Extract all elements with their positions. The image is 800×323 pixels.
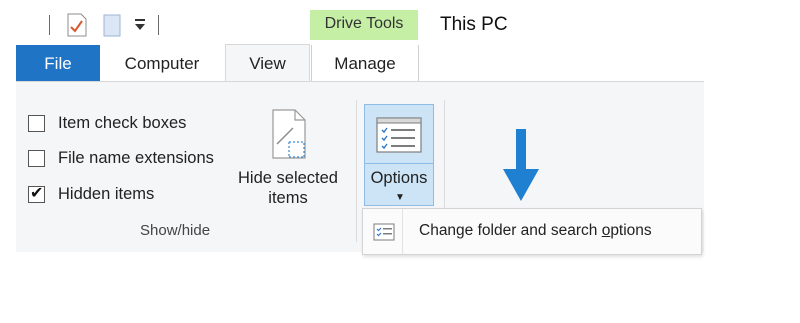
menu-item-text-end: ptions — [610, 222, 652, 239]
options-dropdown-menu: Change folder and search options — [362, 208, 702, 255]
file-name-extensions-checkbox[interactable] — [28, 149, 45, 167]
ribbon-group-divider — [356, 100, 357, 242]
hide-selected-line2: items — [268, 189, 308, 207]
change-folder-and-search-options-item[interactable]: Change folder and search options — [419, 222, 652, 240]
options-icon — [376, 117, 422, 158]
tab-file[interactable]: File — [16, 45, 100, 81]
options-button[interactable]: Options ▼ — [364, 104, 434, 206]
tab-computer[interactable]: Computer — [112, 45, 212, 81]
menu-item-text: Change folder and search — [419, 222, 602, 239]
hidden-items-option[interactable]: ✔ Hidden items — [28, 183, 154, 205]
window-title: This PC — [440, 14, 508, 35]
tab-view[interactable]: View — [225, 44, 310, 82]
hide-selected-items-button[interactable]: Hide selected items — [232, 168, 344, 208]
options-split-line — [365, 163, 433, 164]
toolbar-separator — [158, 15, 159, 35]
new-folder-icon[interactable] — [103, 13, 123, 42]
options-label: Options — [370, 169, 428, 187]
item-check-boxes-checkbox[interactable] — [28, 114, 45, 132]
drive-tools-label: Drive Tools — [324, 15, 404, 32]
customize-quick-access-icon[interactable] — [133, 17, 147, 38]
down-arrow-icon — [503, 129, 539, 206]
drive-tools-context-group: Drive Tools — [310, 10, 418, 40]
show-hide-group-label: Show/hide — [140, 222, 211, 239]
file-name-extensions-label: File name extensions — [58, 148, 214, 167]
toolbar-separator — [49, 15, 50, 35]
tab-manage[interactable]: Manage — [311, 45, 419, 81]
item-check-boxes-label: Item check boxes — [58, 113, 187, 132]
folder-options-icon — [373, 223, 395, 246]
item-check-boxes-option[interactable]: Item check boxes — [28, 112, 186, 134]
hide-selected-line1: Hide selected — [238, 169, 338, 187]
file-name-extensions-option[interactable]: File name extensions — [28, 147, 214, 169]
hide-selected-items-icon[interactable] — [271, 108, 307, 165]
menu-gutter — [402, 209, 403, 254]
checkmark-icon: ✔ — [30, 184, 44, 202]
hidden-items-checkbox[interactable]: ✔ — [28, 184, 45, 203]
properties-icon[interactable] — [67, 13, 87, 42]
hidden-items-label: Hidden items — [58, 184, 155, 203]
chevron-down-icon[interactable]: ▼ — [395, 192, 405, 203]
